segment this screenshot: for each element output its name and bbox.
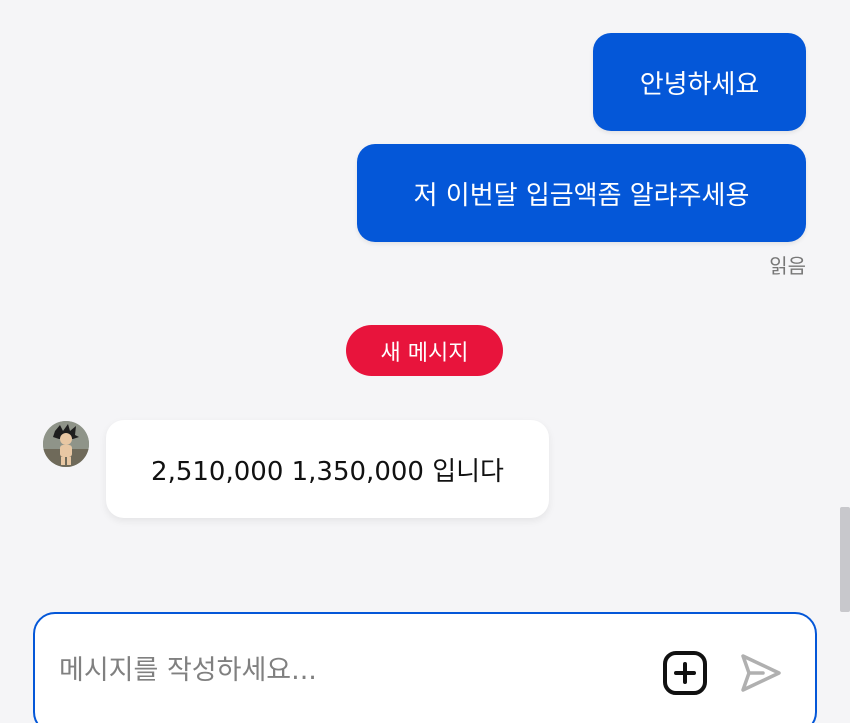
message-composer — [33, 612, 817, 723]
message-input[interactable] — [57, 644, 651, 696]
send-button[interactable] — [739, 652, 783, 694]
new-message-label: 새 메시지 — [380, 340, 469, 366]
attach-button[interactable] — [662, 650, 708, 696]
outgoing-message-bubble[interactable]: 저 이번달 입금액좀 알랴주세용 — [357, 144, 806, 242]
avatar-image — [43, 421, 89, 467]
new-message-divider: 새 메시지 — [346, 325, 503, 376]
avatar[interactable] — [43, 421, 89, 467]
message-text: 저 이번달 입금액좀 알랴주세용 — [413, 180, 750, 211]
read-receipt: 읽음 — [769, 254, 806, 278]
chat-thread: 안녕하세요 저 이번달 입금액좀 알랴주세용 읽음 새 메시지 2,510,00… — [0, 0, 850, 723]
scrollbar-thumb[interactable] — [840, 507, 850, 612]
incoming-message-bubble[interactable]: 2,510,000 1,350,000 입니다 — [106, 420, 549, 518]
outgoing-message-bubble[interactable]: 안녕하세요 — [593, 33, 806, 131]
message-text: 2,510,000 1,350,000 입니다 — [151, 456, 504, 487]
send-arrow-icon — [741, 654, 781, 692]
plus-square-icon — [663, 651, 707, 695]
message-text: 안녕하세요 — [639, 69, 760, 100]
